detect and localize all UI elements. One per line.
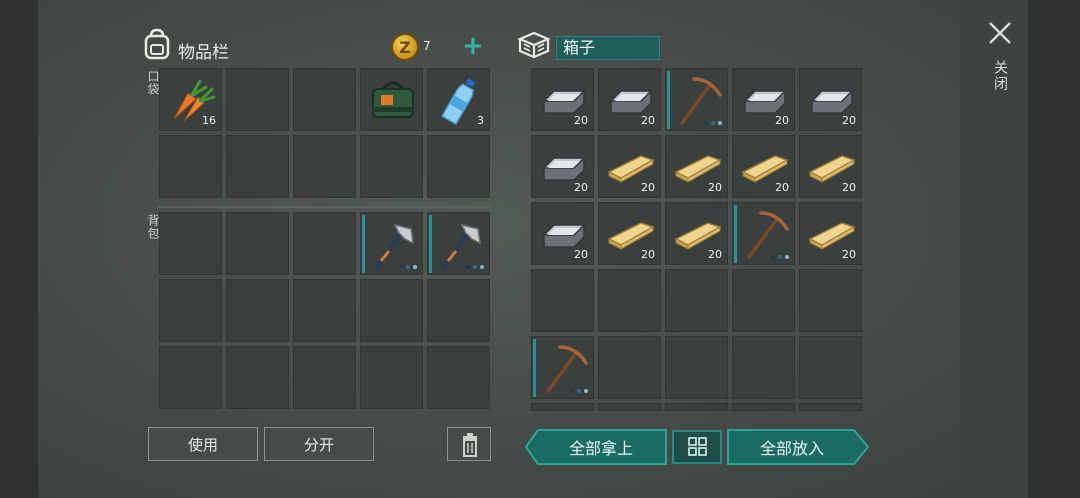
pocket-slot-empty[interactable] <box>427 135 490 198</box>
backpack-slot-empty[interactable] <box>427 279 490 342</box>
item-count: 20 <box>641 114 655 127</box>
box-slot-plank[interactable]: 20 <box>732 135 795 198</box>
box-slot-partial <box>799 403 862 411</box>
box-slot-iron-ingot[interactable]: 20 <box>598 68 661 131</box>
durability-bar <box>429 215 432 273</box>
item-count: 20 <box>708 181 722 194</box>
item-count: 16 <box>202 114 216 127</box>
item-count: 20 <box>842 181 856 194</box>
box-slot-empty[interactable] <box>598 336 661 399</box>
pickaxe-icon <box>747 211 789 259</box>
backpack-slot-empty[interactable] <box>159 346 222 409</box>
backpack-slot-empty[interactable] <box>159 212 222 275</box>
item-count: 20 <box>842 248 856 261</box>
box-slot-iron-ingot[interactable]: 20 <box>531 135 594 198</box>
chest-icon <box>517 31 551 59</box>
backpack-slot-empty[interactable] <box>293 346 356 409</box>
pocket-slot-supply-bag[interactable] <box>360 68 423 131</box>
box-slot-iron-ingot[interactable]: 20 <box>531 202 594 265</box>
supply-bag-icon <box>372 81 414 118</box>
item-count: 20 <box>708 248 722 261</box>
pocket-slot-empty[interactable] <box>293 68 356 131</box>
box-slot-partial <box>531 403 594 411</box>
pickaxe-icon <box>680 77 722 125</box>
backpack-slot-empty[interactable] <box>226 279 289 342</box>
put-all-button[interactable]: 全部放入 <box>728 430 856 464</box>
backpack-slot-empty[interactable] <box>360 279 423 342</box>
pocket-slot-empty[interactable] <box>226 135 289 198</box>
box-slot-pickaxe[interactable] <box>531 336 594 399</box>
close-label[interactable]: 关闭 <box>990 60 1010 92</box>
box-slot-pickaxe[interactable] <box>665 68 728 131</box>
box-slot-plank[interactable]: 20 <box>665 135 728 198</box>
box-slot-iron-ingot[interactable]: 20 <box>531 68 594 131</box>
close-icon[interactable] <box>985 18 1015 48</box>
pickaxe-icon <box>546 345 588 393</box>
add-coins-button[interactable]: + <box>462 31 484 61</box>
durability-bar <box>734 205 737 263</box>
grid-icon <box>688 437 707 456</box>
use-button[interactable]: 使用 <box>148 427 258 461</box>
item-count: 20 <box>641 181 655 194</box>
hatchet-icon <box>374 223 414 270</box>
trash-icon <box>463 433 477 457</box>
item-count: 20 <box>574 114 588 127</box>
coin-icon: Z <box>391 33 419 61</box>
box-slot-partial <box>732 403 795 411</box>
pocket-slot-carrot[interactable]: 16 <box>159 68 222 131</box>
backpack-slot-hatchet[interactable] <box>427 212 490 275</box>
backpack-slot-hatchet[interactable] <box>360 212 423 275</box>
box-slot-plank[interactable]: 20 <box>665 202 728 265</box>
durability-bar <box>362 215 365 273</box>
split-button[interactable]: 分开 <box>264 427 374 461</box>
box-slot-plank[interactable]: 20 <box>799 202 862 265</box>
box-slot-iron-ingot[interactable]: 20 <box>732 68 795 131</box>
item-count: 20 <box>641 248 655 261</box>
item-count: 20 <box>842 114 856 127</box>
backpack-slot-empty[interactable] <box>159 279 222 342</box>
backpack-slot-empty[interactable] <box>226 212 289 275</box>
item-count: 20 <box>574 181 588 194</box>
coin-count: 7 <box>423 39 431 53</box>
box-slot-plank[interactable]: 20 <box>598 202 661 265</box>
backpack-slot-empty[interactable] <box>226 346 289 409</box>
backpack-slot-empty[interactable] <box>293 279 356 342</box>
box-name-field[interactable]: 箱子 <box>556 36 660 60</box>
backpack-slot-empty[interactable] <box>427 346 490 409</box>
box-slot-empty[interactable] <box>665 269 728 332</box>
box-slot-partial <box>598 403 661 411</box>
trash-button[interactable] <box>447 427 491 461</box>
backpack-slot-empty[interactable] <box>293 212 356 275</box>
durability-bar <box>533 339 536 397</box>
section-divider <box>158 206 492 208</box>
pocket-slot-empty[interactable] <box>293 135 356 198</box>
item-count: 20 <box>775 181 789 194</box>
inventory-title: 物品栏 <box>178 43 229 63</box>
box-slot-empty[interactable] <box>732 336 795 399</box>
take-all-button[interactable]: 全部拿上 <box>536 430 666 464</box>
box-slot-empty[interactable] <box>732 269 795 332</box>
pocket-slot-empty[interactable] <box>360 135 423 198</box>
box-slot-pickaxe[interactable] <box>732 202 795 265</box>
pocket-slot-water-bottle[interactable]: 3 <box>427 68 490 131</box>
item-count: 3 <box>477 114 484 127</box>
box-slot-empty[interactable] <box>531 269 594 332</box>
box-slot-empty[interactable] <box>598 269 661 332</box>
box-slot-plank[interactable]: 20 <box>799 135 862 198</box>
box-slot-empty[interactable] <box>799 269 862 332</box>
item-count: 20 <box>574 248 588 261</box>
backpack-slot-empty[interactable] <box>360 346 423 409</box>
durability-bar <box>667 71 670 129</box>
sort-toggle-button[interactable] <box>672 430 722 464</box>
box-slot-iron-ingot[interactable]: 20 <box>799 68 862 131</box>
backpack-icon <box>144 28 170 60</box>
box-slot-partial <box>665 403 728 411</box>
pocket-slot-empty[interactable] <box>226 68 289 131</box>
box-slot-empty[interactable] <box>799 336 862 399</box>
box-slot-plank[interactable]: 20 <box>598 135 661 198</box>
hatchet-icon <box>441 223 481 270</box>
item-count: 20 <box>775 114 789 127</box>
pocket-slot-empty[interactable] <box>159 135 222 198</box>
box-slot-empty[interactable] <box>665 336 728 399</box>
